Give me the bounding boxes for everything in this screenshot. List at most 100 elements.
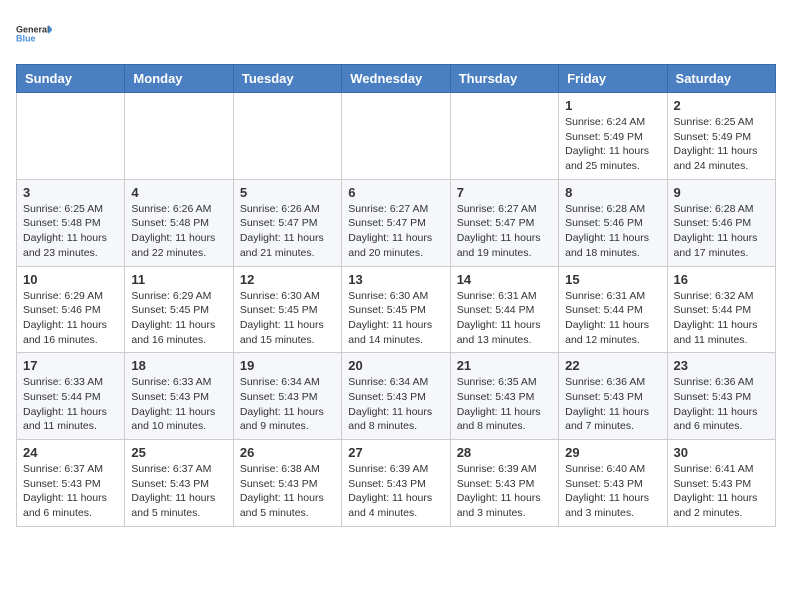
day-info: Sunrise: 6:32 AM Sunset: 5:44 PM Dayligh… — [674, 289, 769, 348]
day-info: Sunrise: 6:28 AM Sunset: 5:46 PM Dayligh… — [674, 202, 769, 261]
calendar-cell: 7 Sunrise: 6:27 AM Sunset: 5:47 PM Daylig… — [450, 179, 558, 266]
day-info: Sunrise: 6:35 AM Sunset: 5:43 PM Dayligh… — [457, 375, 552, 434]
calendar-cell: 18 Sunrise: 6:33 AM Sunset: 5:43 PM Dayli… — [125, 353, 233, 440]
svg-text:General: General — [16, 25, 50, 35]
day-number: 21 — [457, 358, 552, 373]
day-info: Sunrise: 6:28 AM Sunset: 5:46 PM Dayligh… — [565, 202, 660, 261]
day-number: 17 — [23, 358, 118, 373]
calendar-week-5: 24 Sunrise: 6:37 AM Sunset: 5:43 PM Dayli… — [17, 440, 776, 527]
day-info: Sunrise: 6:27 AM Sunset: 5:47 PM Dayligh… — [348, 202, 443, 261]
calendar-cell: 15 Sunrise: 6:31 AM Sunset: 5:44 PM Dayli… — [559, 266, 667, 353]
calendar-cell: 4 Sunrise: 6:26 AM Sunset: 5:48 PM Daylig… — [125, 179, 233, 266]
calendar-week-3: 10Sunrise: 6:29 AM Sunset: 5:46 PM Dayli… — [17, 266, 776, 353]
day-number: 24 — [23, 445, 118, 460]
calendar-cell: 26Sunrise: 6:38 AM Sunset: 5:43 PM Dayli… — [233, 440, 341, 527]
day-info: Sunrise: 6:36 AM Sunset: 5:43 PM Dayligh… — [674, 375, 769, 434]
calendar-cell — [17, 93, 125, 180]
calendar-cell: 2Sunrise: 6:25 AM Sunset: 5:49 PM Daylig… — [667, 93, 775, 180]
day-info: Sunrise: 6:33 AM Sunset: 5:43 PM Dayligh… — [131, 375, 226, 434]
day-number: 4 — [131, 185, 226, 200]
calendar-cell: 12 Sunrise: 6:30 AM Sunset: 5:45 PM Dayli… — [233, 266, 341, 353]
svg-text:Blue: Blue — [16, 34, 36, 44]
day-info: Sunrise: 6:26 AM Sunset: 5:47 PM Dayligh… — [240, 202, 335, 261]
day-info: Sunrise: 6:26 AM Sunset: 5:48 PM Dayligh… — [131, 202, 226, 261]
day-number: 10 — [23, 272, 118, 287]
calendar-body: 1Sunrise: 6:24 AM Sunset: 5:49 PM Daylig… — [17, 93, 776, 527]
day-number: 25 — [131, 445, 226, 460]
day-info: Sunrise: 6:39 AM Sunset: 5:43 PM Dayligh… — [457, 462, 552, 521]
day-number: 15 — [565, 272, 660, 287]
calendar-cell: 14 Sunrise: 6:31 AM Sunset: 5:44 PM Dayli… — [450, 266, 558, 353]
calendar-week-1: 1Sunrise: 6:24 AM Sunset: 5:49 PM Daylig… — [17, 93, 776, 180]
calendar-cell: 8 Sunrise: 6:28 AM Sunset: 5:46 PM Daylig… — [559, 179, 667, 266]
calendar-cell: 29 Sunrise: 6:40 AM Sunset: 5:43 PM Dayli… — [559, 440, 667, 527]
day-number: 8 — [565, 185, 660, 200]
day-number: 29 — [565, 445, 660, 460]
day-info: Sunrise: 6:34 AM Sunset: 5:43 PM Dayligh… — [240, 375, 335, 434]
day-number: 6 — [348, 185, 443, 200]
day-number: 26 — [240, 445, 335, 460]
calendar-cell: 1Sunrise: 6:24 AM Sunset: 5:49 PM Daylig… — [559, 93, 667, 180]
day-number: 14 — [457, 272, 552, 287]
day-number: 7 — [457, 185, 552, 200]
day-number: 13 — [348, 272, 443, 287]
day-number: 28 — [457, 445, 552, 460]
day-info: Sunrise: 6:37 AM Sunset: 5:43 PM Dayligh… — [131, 462, 226, 521]
day-info: Sunrise: 6:29 AM Sunset: 5:45 PM Dayligh… — [131, 289, 226, 348]
day-info: Sunrise: 6:41 AM Sunset: 5:43 PM Dayligh… — [674, 462, 769, 521]
calendar-header-monday: Monday — [125, 65, 233, 93]
day-info: Sunrise: 6:40 AM Sunset: 5:43 PM Dayligh… — [565, 462, 660, 521]
calendar-cell: 23Sunrise: 6:36 AM Sunset: 5:43 PM Dayli… — [667, 353, 775, 440]
calendar-cell: 10Sunrise: 6:29 AM Sunset: 5:46 PM Dayli… — [17, 266, 125, 353]
day-info: Sunrise: 6:39 AM Sunset: 5:43 PM Dayligh… — [348, 462, 443, 521]
logo: General Blue — [16, 16, 52, 52]
day-number: 18 — [131, 358, 226, 373]
day-info: Sunrise: 6:27 AM Sunset: 5:47 PM Dayligh… — [457, 202, 552, 261]
calendar-header-friday: Friday — [559, 65, 667, 93]
calendar-header-sunday: Sunday — [17, 65, 125, 93]
calendar-cell: 17Sunrise: 6:33 AM Sunset: 5:44 PM Dayli… — [17, 353, 125, 440]
page-header: General Blue — [16, 16, 776, 52]
calendar-cell: 9 Sunrise: 6:28 AM Sunset: 5:46 PM Daylig… — [667, 179, 775, 266]
day-number: 16 — [674, 272, 769, 287]
calendar-cell: 22 Sunrise: 6:36 AM Sunset: 5:43 PM Dayli… — [559, 353, 667, 440]
day-number: 5 — [240, 185, 335, 200]
day-info: Sunrise: 6:25 AM Sunset: 5:48 PM Dayligh… — [23, 202, 118, 261]
day-number: 1 — [565, 98, 660, 113]
day-info: Sunrise: 6:31 AM Sunset: 5:44 PM Dayligh… — [565, 289, 660, 348]
day-info: Sunrise: 6:36 AM Sunset: 5:43 PM Dayligh… — [565, 375, 660, 434]
calendar-cell: 25 Sunrise: 6:37 AM Sunset: 5:43 PM Dayli… — [125, 440, 233, 527]
day-number: 12 — [240, 272, 335, 287]
calendar-cell: 6 Sunrise: 6:27 AM Sunset: 5:47 PM Daylig… — [342, 179, 450, 266]
calendar-cell: 11Sunrise: 6:29 AM Sunset: 5:45 PM Dayli… — [125, 266, 233, 353]
calendar-header-saturday: Saturday — [667, 65, 775, 93]
day-number: 30 — [674, 445, 769, 460]
logo-svg: General Blue — [16, 16, 52, 52]
day-info: Sunrise: 6:30 AM Sunset: 5:45 PM Dayligh… — [240, 289, 335, 348]
calendar-table: SundayMondayTuesdayWednesdayThursdayFrid… — [16, 64, 776, 527]
calendar-header-wednesday: Wednesday — [342, 65, 450, 93]
calendar-cell: 19 Sunrise: 6:34 AM Sunset: 5:43 PM Dayli… — [233, 353, 341, 440]
calendar-cell: 21 Sunrise: 6:35 AM Sunset: 5:43 PM Dayli… — [450, 353, 558, 440]
calendar-cell: 24 Sunrise: 6:37 AM Sunset: 5:43 PM Dayli… — [17, 440, 125, 527]
day-number: 9 — [674, 185, 769, 200]
day-info: Sunrise: 6:37 AM Sunset: 5:43 PM Dayligh… — [23, 462, 118, 521]
day-number: 2 — [674, 98, 769, 113]
day-number: 3 — [23, 185, 118, 200]
calendar-cell: 5 Sunrise: 6:26 AM Sunset: 5:47 PM Daylig… — [233, 179, 341, 266]
day-info: Sunrise: 6:31 AM Sunset: 5:44 PM Dayligh… — [457, 289, 552, 348]
calendar-cell — [342, 93, 450, 180]
calendar-header-tuesday: Tuesday — [233, 65, 341, 93]
calendar-week-2: 3 Sunrise: 6:25 AM Sunset: 5:48 PM Daylig… — [17, 179, 776, 266]
calendar-cell: 28 Sunrise: 6:39 AM Sunset: 5:43 PM Dayli… — [450, 440, 558, 527]
day-info: Sunrise: 6:30 AM Sunset: 5:45 PM Dayligh… — [348, 289, 443, 348]
calendar-cell — [450, 93, 558, 180]
day-number: 22 — [565, 358, 660, 373]
day-number: 20 — [348, 358, 443, 373]
day-number: 19 — [240, 358, 335, 373]
calendar-week-4: 17Sunrise: 6:33 AM Sunset: 5:44 PM Dayli… — [17, 353, 776, 440]
calendar-cell: 27 Sunrise: 6:39 AM Sunset: 5:43 PM Dayli… — [342, 440, 450, 527]
day-number: 27 — [348, 445, 443, 460]
calendar-cell: 20Sunrise: 6:34 AM Sunset: 5:43 PM Dayli… — [342, 353, 450, 440]
calendar-header-row: SundayMondayTuesdayWednesdayThursdayFrid… — [17, 65, 776, 93]
